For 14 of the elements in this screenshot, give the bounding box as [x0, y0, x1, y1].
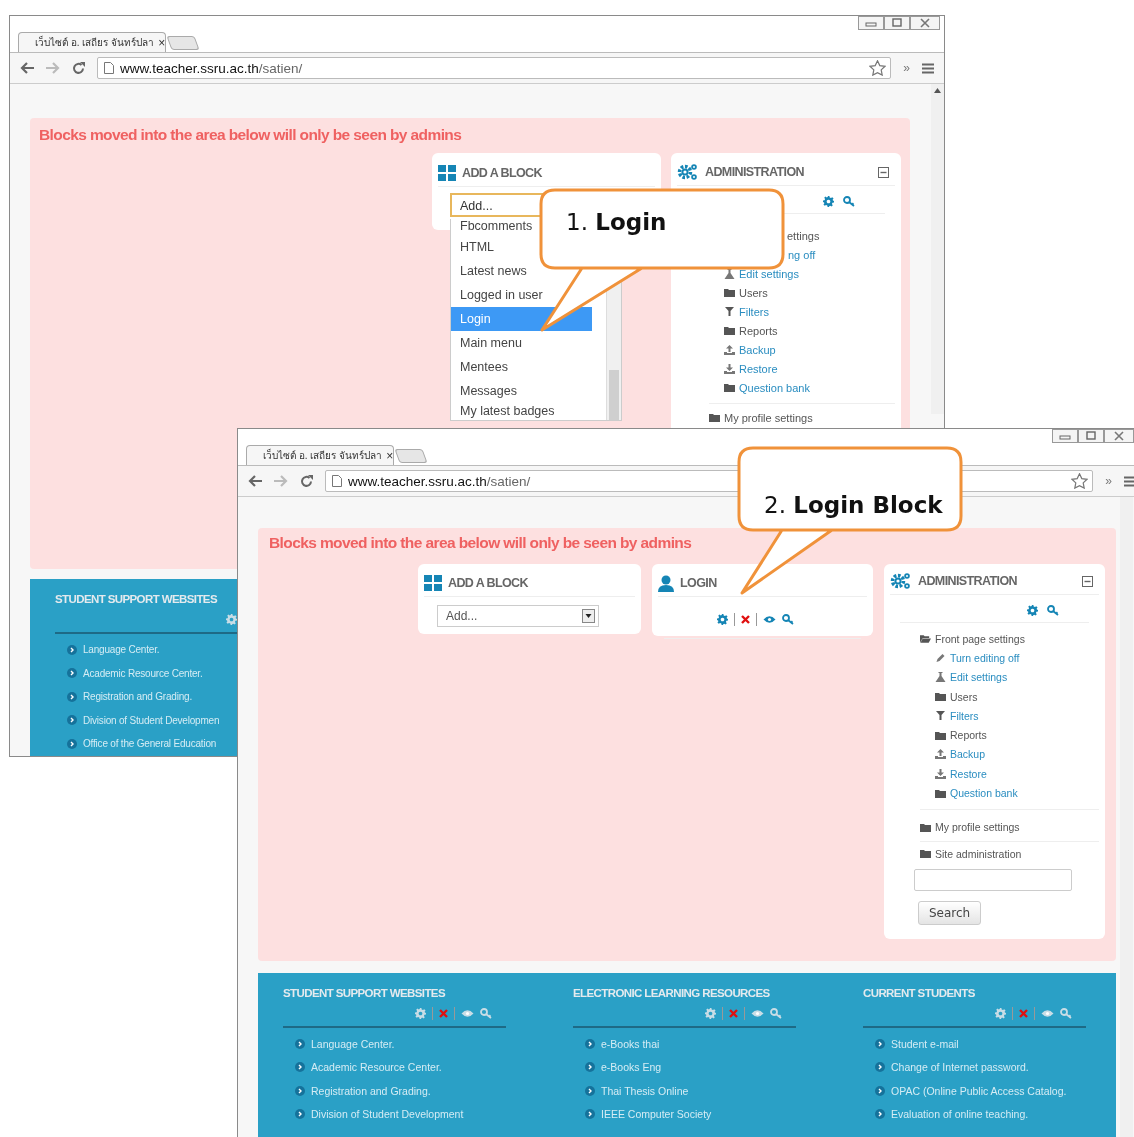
admin-notice: Blocks moved into the area below will only be seen by admins: [269, 534, 693, 552]
block-title: ADD A BLOCK: [448, 576, 528, 590]
block-title: ELECTRONIC LEARNING RESOURCES: [573, 987, 771, 999]
block-title: STUDENT SUPPORT WEBSITES: [55, 593, 219, 605]
tab-title: เว็บไซต์ อ. เสถียร จันทร์ปลา: [35, 35, 155, 50]
block-title: ADMINISTRATION: [918, 574, 1017, 588]
block-title: ADMINISTRATION: [705, 165, 804, 179]
callout-text: 2. Login Block: [764, 492, 943, 518]
block-title: STUDENT SUPPORT WEBSITES: [283, 987, 447, 999]
tab-title: เว็บไซต์ อ. เสถียร จันทร์ปลา: [263, 448, 383, 463]
block-title: LOGIN: [680, 576, 717, 590]
admin-notice: Blocks moved into the area below will only be seen by admins: [39, 126, 463, 144]
block-title: CURRENT STUDENTS: [863, 987, 976, 999]
block-title: ADD A BLOCK: [462, 166, 542, 180]
